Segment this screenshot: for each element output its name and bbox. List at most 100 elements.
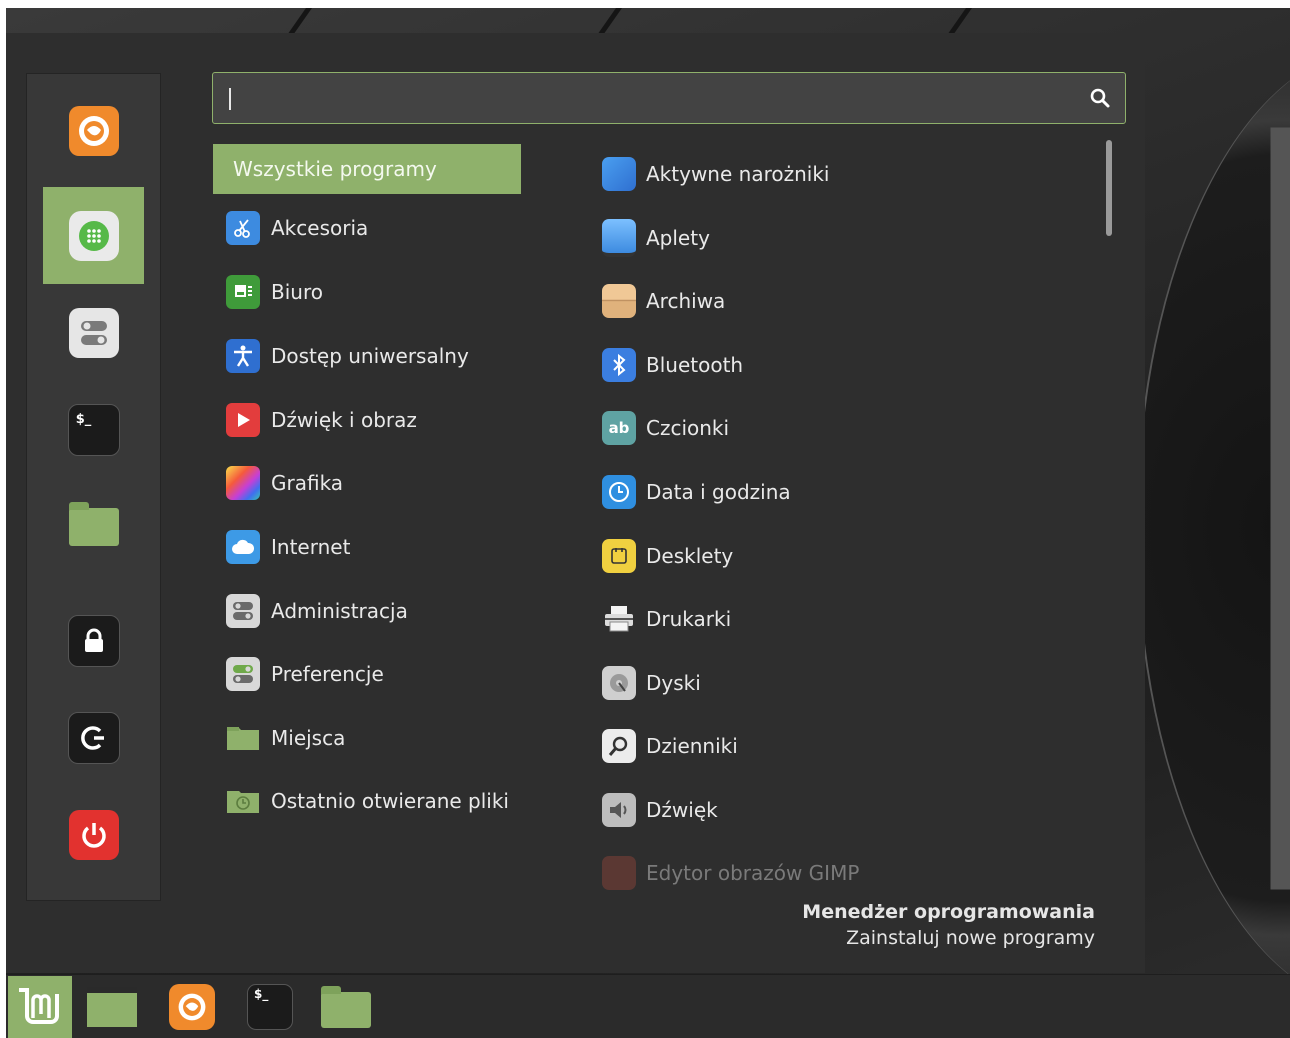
category-label: Dźwięk i obraz [271, 408, 417, 432]
folder-icon [321, 986, 371, 1028]
clock-icon [602, 475, 636, 509]
category-places[interactable]: Miejsca [213, 713, 521, 763]
app-sound[interactable]: Dźwięk [602, 788, 1102, 832]
mint-logo-icon [19, 988, 59, 1024]
favorite-logout[interactable] [43, 689, 144, 786]
app-label: Desklety [646, 544, 734, 568]
lock-icon [67, 614, 120, 667]
printer-icon [602, 602, 636, 636]
app-hot-corners[interactable]: Aktywne narożniki [602, 152, 1102, 196]
bluetooth-icon [602, 348, 636, 382]
app-grid-icon [68, 210, 119, 261]
app-disks[interactable]: Dyski [602, 661, 1102, 705]
app-label: Dyski [646, 671, 701, 695]
category-internet[interactable]: Internet [213, 522, 521, 572]
application-menu: $_ Wszystkie programy Akcesoria Biuro Do… [6, 33, 1145, 973]
firefox-icon [68, 105, 119, 156]
app-label: Archiwa [646, 289, 726, 313]
app-applets[interactable]: Aplety [602, 216, 1102, 260]
category-graphics[interactable]: Grafika [213, 458, 521, 508]
app-label: Dzienniki [646, 734, 738, 758]
toggles-green-icon [226, 657, 260, 691]
category-label: Grafika [271, 471, 344, 495]
terminal-launcher[interactable]: $_ [242, 981, 298, 1033]
app-fonts[interactable]: ab Czcionki [602, 406, 1102, 450]
category-preferences[interactable]: Preferencje [213, 649, 521, 699]
terminal-icon: $_ [67, 403, 120, 456]
files-launcher[interactable] [318, 981, 374, 1033]
desktop-icon [87, 987, 137, 1027]
app-label: Dźwięk [646, 798, 718, 822]
toggles-icon [68, 307, 119, 358]
category-label: Biuro [271, 280, 323, 304]
category-accessibility[interactable]: Dostęp uniwersalny [213, 331, 521, 381]
app-label: Aplety [646, 226, 710, 250]
favorite-terminal[interactable]: $_ [43, 381, 144, 478]
menu-button[interactable] [8, 976, 72, 1038]
app-label: Bluetooth [646, 353, 744, 377]
app-bluetooth[interactable]: Bluetooth [602, 343, 1102, 387]
fonts-icon: ab [602, 411, 636, 445]
category-label: Miejsca [271, 726, 346, 750]
app-date-time[interactable]: Data i godzina [602, 470, 1102, 514]
gimp-icon [602, 856, 636, 890]
folder-icon [68, 501, 119, 546]
presentation-icon [226, 275, 260, 309]
category-label: Ostatnio otwierane pliki [271, 789, 509, 813]
category-label: Internet [271, 535, 351, 559]
app-archives[interactable]: Archiwa [602, 279, 1102, 323]
show-desktop-button[interactable] [84, 981, 140, 1033]
category-office[interactable]: Biuro [213, 267, 521, 317]
category-label: Preferencje [271, 662, 384, 686]
category-all-programs[interactable]: Wszystkie programy [213, 144, 521, 194]
logs-icon [602, 729, 636, 763]
taskbar-panel: $_ [6, 974, 1290, 1038]
power-icon [68, 809, 119, 860]
category-label: Wszystkie programy [233, 157, 437, 181]
category-sound-video[interactable]: Dźwięk i obraz [213, 395, 521, 445]
description-title: Menedżer oprogramowania [802, 901, 1095, 923]
category-administration[interactable]: Administracja [213, 586, 521, 636]
description-subtitle: Zainstaluj nowe programy [846, 927, 1095, 949]
category-recent-files[interactable]: Ostatnio otwierane pliki [213, 776, 521, 826]
cloud-icon [226, 530, 260, 564]
sound-icon [602, 793, 636, 827]
app-desklets[interactable]: Desklety [602, 534, 1102, 578]
archive-icon [602, 284, 636, 318]
logout-icon [67, 711, 120, 764]
recent-folder-icon [226, 784, 260, 818]
app-label: Czcionki [646, 416, 730, 440]
play-icon [226, 403, 260, 437]
search-box[interactable] [212, 72, 1126, 124]
desklets-icon [602, 539, 636, 573]
category-label: Administracja [271, 599, 408, 623]
accessibility-icon [226, 339, 260, 373]
scrollbar[interactable] [1106, 140, 1112, 236]
favorites-sidebar: $_ [26, 73, 161, 901]
favorite-files[interactable] [43, 478, 144, 575]
hot-corners-icon [602, 157, 636, 191]
favorite-firefox[interactable] [43, 82, 144, 179]
category-label: Akcesoria [271, 216, 369, 240]
toggles-icon [226, 594, 260, 628]
search-icon[interactable] [1089, 87, 1111, 109]
search-input[interactable] [227, 81, 1081, 117]
disks-icon [602, 666, 636, 700]
firefox-launcher[interactable] [164, 981, 220, 1033]
app-gimp[interactable]: Edytor obrazów GIMP [602, 851, 1102, 895]
favorite-settings[interactable] [43, 284, 144, 381]
app-label: Edytor obrazów GIMP [646, 861, 860, 885]
app-label: Aktywne narożniki [646, 162, 830, 186]
firefox-icon [169, 984, 215, 1030]
app-label: Drukarki [646, 607, 732, 631]
applets-icon [602, 219, 636, 257]
favorite-shutdown[interactable] [43, 786, 144, 883]
app-printers[interactable]: Drukarki [602, 597, 1102, 641]
favorite-lock-screen[interactable] [43, 592, 144, 689]
category-accessories[interactable]: Akcesoria [213, 203, 521, 253]
app-logs[interactable]: Dzienniki [602, 724, 1102, 768]
app-description: Menedżer oprogramowania Zainstaluj nowe … [802, 901, 1095, 949]
terminal-icon: $_ [247, 984, 293, 1030]
folder-icon [226, 721, 260, 755]
favorite-software-manager[interactable] [43, 187, 144, 284]
